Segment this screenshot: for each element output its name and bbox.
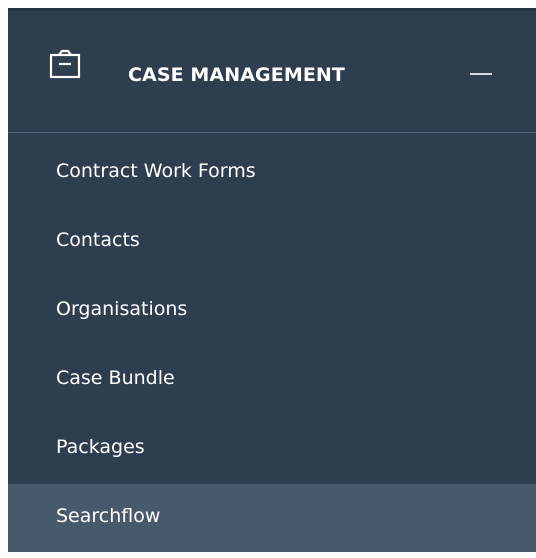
menu-item-label: Contract Work Forms: [56, 160, 256, 182]
divider: [8, 132, 536, 133]
menu-item-contacts[interactable]: Contacts: [8, 208, 536, 277]
menu-item-label: Organisations: [56, 298, 188, 320]
menu-item-label: Searchflow: [56, 505, 161, 527]
menu-item-label: Case Bundle: [56, 367, 175, 389]
menu-item-organisations[interactable]: Organisations: [8, 277, 536, 346]
case-management-header[interactable]: CASE MANAGEMENT: [8, 11, 536, 133]
menu-item-case-bundle[interactable]: Case Bundle: [8, 346, 536, 415]
menu-item-packages[interactable]: Packages: [8, 415, 536, 484]
sidebar-menu: CASE MANAGEMENT Contract Work Forms Cont…: [8, 8, 536, 552]
menu-item-label: Contacts: [56, 229, 140, 251]
menu-item-searchflow[interactable]: Searchflow: [8, 484, 536, 552]
menu-item-label: Packages: [56, 436, 145, 458]
minus-icon[interactable]: [470, 73, 492, 75]
section-title: CASE MANAGEMENT: [128, 64, 345, 86]
menu-item-contract-work-forms[interactable]: Contract Work Forms: [8, 139, 536, 208]
clipboard-icon: [49, 49, 81, 79]
